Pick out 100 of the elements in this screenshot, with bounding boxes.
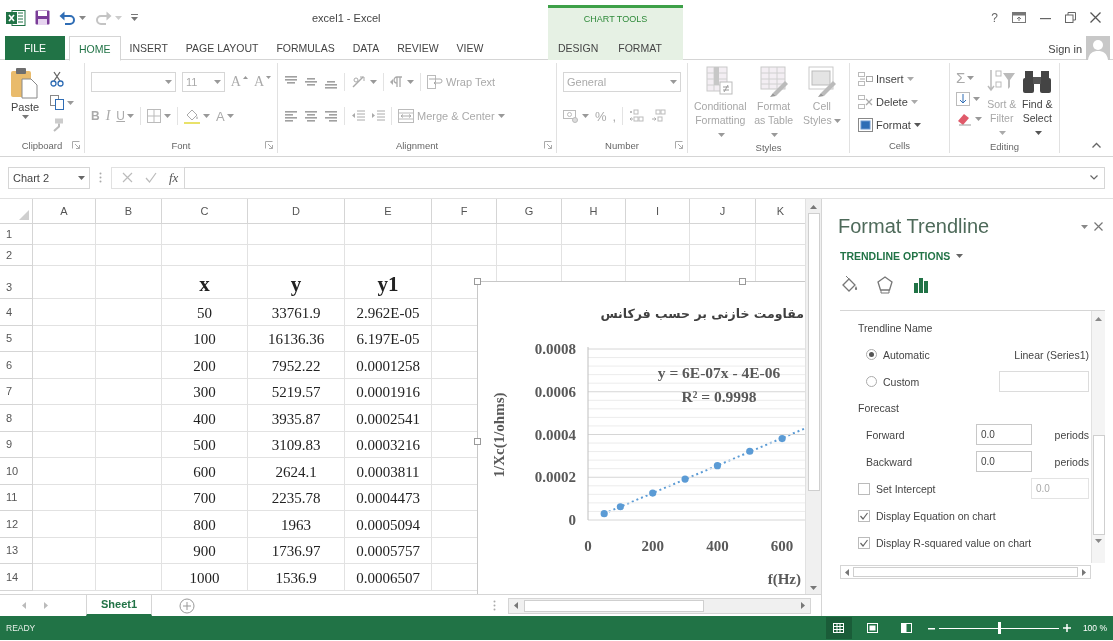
close-icon[interactable] <box>1094 222 1103 231</box>
pane-options-icon[interactable] <box>1081 224 1088 229</box>
row-header[interactable]: 14 <box>0 564 33 591</box>
row-header[interactable]: 1 <box>0 224 33 245</box>
close-icon[interactable] <box>1090 12 1101 23</box>
column-header[interactable]: D <box>248 199 345 224</box>
ribbon-tab[interactable]: INSERT <box>120 36 177 60</box>
scrollbar-thumb[interactable] <box>807 213 820 491</box>
empty-cell[interactable] <box>248 245 345 266</box>
save-icon[interactable] <box>35 10 50 25</box>
checkbox-label[interactable]: Display R-squared value on chart <box>876 536 1032 549</box>
borders-icon[interactable] <box>147 109 161 123</box>
find-select-button[interactable]: Find & Select <box>1021 65 1053 139</box>
empty-cell[interactable] <box>96 378 162 405</box>
column-header[interactable]: G <box>497 199 562 224</box>
pentagon-icon[interactable] <box>876 276 894 294</box>
redo-icon[interactable] <box>95 10 112 25</box>
fill-down-icon[interactable] <box>956 92 970 106</box>
font-name-field[interactable] <box>91 72 177 92</box>
column-header[interactable]: I <box>626 199 690 224</box>
collapse-ribbon-icon[interactable] <box>1092 142 1101 148</box>
name-field[interactable] <box>999 371 1089 392</box>
decrease-decimal-icon[interactable] <box>651 109 668 123</box>
select-all-icon[interactable] <box>19 210 29 220</box>
slider-thumb[interactable] <box>997 622 1001 634</box>
empty-cell[interactable] <box>690 224 756 245</box>
ribbon-tab[interactable]: PAGE LAYOUT <box>176 36 268 60</box>
file-tab[interactable]: FILE <box>5 36 65 60</box>
scroll-left-icon[interactable] <box>845 568 849 576</box>
paste-button[interactable]: Paste <box>6 65 44 137</box>
empty-cell[interactable] <box>626 245 690 266</box>
copy-icon[interactable] <box>50 95 64 110</box>
align-center-icon[interactable] <box>304 109 318 123</box>
dialog-launcher-icon[interactable] <box>544 141 552 149</box>
ribbon-tab[interactable]: HOME <box>69 36 121 61</box>
row-header[interactable]: 4 <box>0 299 33 326</box>
fill-color-icon[interactable] <box>184 108 200 124</box>
scroll-up-icon[interactable] <box>810 205 817 209</box>
checkbox-label[interactable]: Set Intercept <box>876 482 936 495</box>
empty-cell[interactable] <box>562 245 626 266</box>
zoom-in-icon[interactable] <box>1062 624 1071 632</box>
column-header[interactable]: A <box>33 199 96 224</box>
checkbox[interactable] <box>858 536 870 549</box>
column-header[interactable]: E <box>345 199 432 224</box>
empty-cell[interactable] <box>497 245 562 266</box>
empty-cell[interactable] <box>96 537 162 564</box>
sign-in-link[interactable]: Sign in <box>1048 43 1082 60</box>
empty-cell[interactable] <box>432 224 497 245</box>
increase-decimal-icon[interactable] <box>629 109 646 123</box>
scissors-icon[interactable] <box>50 71 64 87</box>
sheet-tab[interactable]: Sheet1 <box>86 594 153 616</box>
empty-cell[interactable] <box>562 224 626 245</box>
row-header[interactable]: 9 <box>0 431 33 458</box>
ribbon-tab[interactable]: FORMAT <box>608 36 672 60</box>
align-left-icon[interactable] <box>284 109 298 123</box>
ribbon-tab[interactable]: REVIEW <box>388 36 448 60</box>
vertical-scrollbar[interactable] <box>1091 311 1105 563</box>
currency-icon[interactable] <box>563 109 579 123</box>
horizontal-scrollbar[interactable] <box>840 565 1091 579</box>
cells-button[interactable]: Format <box>858 115 921 134</box>
scroll-down-icon[interactable] <box>1095 539 1102 543</box>
row-header[interactable]: 8 <box>0 405 33 432</box>
column-header[interactable]: J <box>690 199 756 224</box>
empty-cell[interactable] <box>626 224 690 245</box>
row-header[interactable]: 6 <box>0 352 33 379</box>
paragraph-direction-icon[interactable] <box>390 75 404 89</box>
vertical-scrollbar[interactable] <box>805 199 821 594</box>
empty-cell[interactable] <box>432 245 497 266</box>
dialog-launcher-icon[interactable] <box>72 141 80 149</box>
name-box[interactable]: Chart 2 <box>8 166 90 189</box>
row-header[interactable]: 7 <box>0 378 33 405</box>
ribbon-display-icon[interactable] <box>1012 12 1026 23</box>
section-dropdown[interactable]: TRENDLINE OPTIONS <box>840 250 964 262</box>
enter-icon[interactable] <box>145 172 157 183</box>
radio-label[interactable]: Automatic <box>883 348 930 361</box>
column-header[interactable]: B <box>96 199 162 224</box>
empty-cell[interactable] <box>345 245 432 266</box>
dialog-launcher-icon[interactable] <box>265 141 273 149</box>
empty-cell[interactable] <box>248 224 345 245</box>
column-header[interactable]: F <box>432 199 497 224</box>
empty-cell[interactable] <box>96 299 162 326</box>
scroll-right-icon[interactable] <box>801 602 806 609</box>
empty-cell[interactable] <box>690 245 756 266</box>
text-orientation-icon[interactable] <box>351 75 367 89</box>
column-header[interactable]: C <box>162 199 248 224</box>
scroll-left-icon[interactable] <box>514 602 519 609</box>
ribbon-tab[interactable]: FORMULAS <box>267 36 344 60</box>
empty-cell[interactable] <box>497 224 562 245</box>
scrollbar-thumb[interactable] <box>524 599 705 612</box>
scrollbar-thumb[interactable] <box>1092 435 1105 535</box>
empty-cell[interactable] <box>96 245 162 266</box>
empty-cell[interactable] <box>96 458 162 485</box>
horizontal-scrollbar[interactable] <box>508 597 812 614</box>
scroll-down-icon[interactable] <box>810 586 817 590</box>
ribbon-tab[interactable]: DATA <box>343 36 389 60</box>
checkbox-label[interactable]: Display Equation on chart <box>876 509 996 522</box>
align-right-icon[interactable] <box>324 109 338 123</box>
empty-cell[interactable] <box>96 352 162 379</box>
dialog-launcher-icon[interactable] <box>675 141 683 149</box>
radio-label[interactable]: Custom <box>883 375 920 388</box>
